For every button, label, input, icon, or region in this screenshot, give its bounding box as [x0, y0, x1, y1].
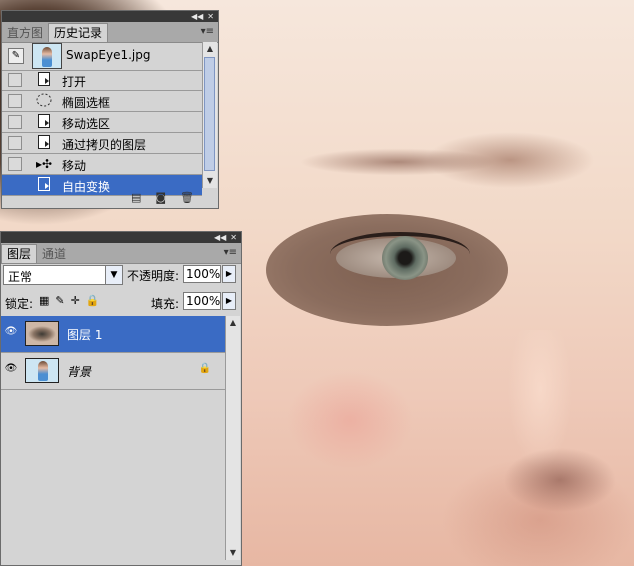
history-panel: ◀◀ ✕ 直方图 历史记录 ▾≡ ✎ SwapEye1.jpg 打开 椭圆选框 …: [1, 10, 219, 209]
history-step-label: 通过拷贝的图层: [62, 138, 147, 152]
lock-transparency-icon[interactable]: ▦: [39, 294, 49, 307]
lock-position-icon[interactable]: ✛: [71, 294, 80, 307]
fill-input[interactable]: 100%: [183, 292, 221, 310]
visibility-eye-icon[interactable]: 👁: [3, 324, 19, 340]
layer-row[interactable]: 👁 背景 🔒: [1, 353, 225, 390]
history-scrollbar[interactable]: ▲ ▼: [202, 42, 217, 188]
blend-mode-value: 正常: [8, 270, 33, 284]
history-brush-checkbox[interactable]: [8, 136, 22, 150]
layers-panel: ◀◀ ✕ 图层 通道 ▾≡ 正常 ▼ 不透明度: 100% ▶ 锁定: ▦ ✎ …: [0, 231, 242, 566]
layer-row-selected[interactable]: 👁 图层 1: [1, 316, 225, 353]
lock-pixels-icon[interactable]: ✎: [55, 294, 64, 307]
history-titlebar[interactable]: ◀◀ ✕: [2, 11, 218, 22]
layer-thumbnail: [25, 321, 59, 346]
history-brush-checkbox[interactable]: [8, 115, 22, 129]
move-icon: ▸✣: [36, 157, 53, 171]
scroll-down-icon[interactable]: ▼: [226, 546, 240, 560]
blend-opacity-row: 正常 ▼ 不透明度: 100% ▶: [1, 264, 241, 288]
layers-tabs: 图层 通道 ▾≡: [1, 243, 241, 264]
history-brush-source-icon[interactable]: ✎: [8, 48, 24, 64]
history-step-label: 移动选区: [62, 117, 111, 131]
delete-icon[interactable]: 🗑: [180, 191, 194, 204]
history-step-label: 打开: [62, 75, 87, 89]
panel-menu-icon[interactable]: ▾≡: [201, 26, 214, 37]
lock-all-icon[interactable]: 🔒: [86, 294, 100, 307]
tab-histogram[interactable]: 直方图: [2, 24, 48, 42]
collapse-icon[interactable]: ◀◀: [191, 11, 203, 22]
visibility-eye-icon[interactable]: 👁: [3, 361, 19, 377]
snapshot-name: SwapEye1.jpg: [66, 48, 151, 62]
lock-icon: 🔒: [198, 363, 211, 374]
document-icon: [36, 114, 52, 130]
history-brush-checkbox[interactable]: [8, 73, 22, 87]
layer-list: 👁 图层 1 👁 背景 🔒: [1, 316, 225, 564]
collapse-icon[interactable]: ◀◀: [214, 232, 226, 243]
history-list: 打开 椭圆选框 移动选区 通过拷贝的图层 ▸✣ 移动 自由变换: [2, 70, 202, 196]
scroll-up-icon[interactable]: ▲: [226, 316, 240, 330]
tab-layers[interactable]: 图层: [1, 244, 38, 263]
history-step[interactable]: ▸✣ 移动: [2, 154, 202, 175]
document-icon: [36, 135, 52, 151]
history-step[interactable]: 椭圆选框: [2, 91, 202, 112]
history-footer: ▤ ◙ 🗑: [2, 186, 218, 208]
tab-history[interactable]: 历史记录: [48, 23, 109, 42]
snapshot-thumbnail: [32, 43, 62, 69]
layer-name[interactable]: 图层 1: [67, 326, 102, 343]
layer-name[interactable]: 背景: [67, 363, 91, 380]
opacity-slider-arrow-icon[interactable]: ▶: [222, 265, 236, 283]
history-step[interactable]: 移动选区: [2, 112, 202, 133]
eyebrow: [268, 140, 518, 180]
lock-label: 锁定:: [5, 297, 34, 311]
close-icon[interactable]: ✕: [230, 232, 237, 243]
new-document-from-state-icon[interactable]: ▤: [131, 191, 141, 204]
iris: [382, 236, 428, 280]
fill-label: 填充:: [151, 297, 180, 311]
document-icon: [36, 72, 52, 88]
scroll-thumb[interactable]: [204, 57, 215, 171]
tab-channels[interactable]: 通道: [37, 245, 71, 263]
history-step-label: 移动: [62, 159, 87, 173]
opacity-input[interactable]: 100%: [183, 265, 221, 283]
layers-titlebar[interactable]: ◀◀ ✕: [1, 232, 241, 243]
history-step[interactable]: 打开: [2, 70, 202, 91]
new-snapshot-icon[interactable]: ◙: [155, 191, 166, 204]
layers-scrollbar[interactable]: ▲ ▼: [225, 316, 240, 560]
nose-region: [470, 330, 630, 530]
lock-icons: ▦ ✎ ✛ 🔒: [39, 294, 100, 307]
blend-mode-select[interactable]: 正常 ▼: [3, 265, 123, 285]
opacity-label: 不透明度:: [127, 269, 180, 283]
close-icon[interactable]: ✕: [207, 11, 214, 22]
history-brush-checkbox[interactable]: [8, 157, 22, 171]
panel-menu-icon[interactable]: ▾≡: [224, 247, 237, 258]
fill-slider-arrow-icon[interactable]: ▶: [222, 292, 236, 310]
ellipse-marquee-icon: [36, 93, 52, 109]
scroll-up-icon[interactable]: ▲: [203, 42, 217, 56]
history-brush-checkbox[interactable]: [8, 94, 22, 108]
chevron-down-icon[interactable]: ▼: [105, 266, 122, 284]
layer-thumbnail: [25, 358, 59, 383]
history-step[interactable]: 通过拷贝的图层: [2, 133, 202, 154]
history-tabs: 直方图 历史记录 ▾≡: [2, 22, 218, 43]
history-snapshot[interactable]: ✎ SwapEye1.jpg: [2, 42, 202, 71]
lock-fill-row: 锁定: ▦ ✎ ✛ 🔒 填充: 100% ▶: [1, 291, 241, 313]
history-step-label: 椭圆选框: [62, 96, 111, 110]
